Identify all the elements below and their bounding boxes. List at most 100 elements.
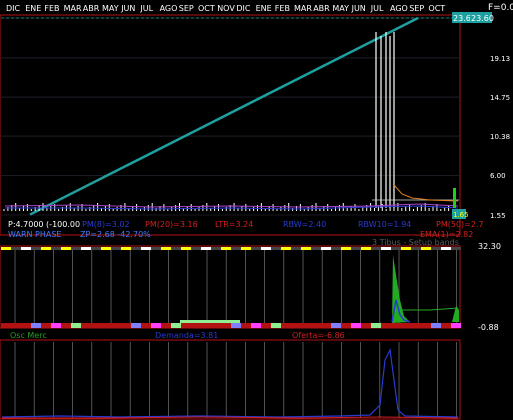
month-label: MAR xyxy=(64,4,82,13)
osc-strip-cell xyxy=(141,323,151,328)
volume-bar xyxy=(453,188,456,208)
osc-strip-cell xyxy=(331,323,341,328)
osc-strip-cell xyxy=(101,247,111,250)
osc-strip-cell xyxy=(111,323,121,328)
price-tick-label: 14.75 xyxy=(490,94,510,102)
indicator-label: PM(20)=3.16 xyxy=(145,220,198,229)
month-label: NOV xyxy=(217,4,235,13)
osc-strip-cell xyxy=(271,247,281,250)
osc-strip-cell xyxy=(451,323,461,328)
osc-strip-cell xyxy=(261,323,271,328)
osc-strip-cell xyxy=(121,323,131,328)
month-label: ABR xyxy=(83,4,100,13)
osc-strip-cell xyxy=(311,247,321,250)
bottom-panel-border xyxy=(0,339,461,420)
osc-strip-cell xyxy=(431,323,441,328)
demand-line xyxy=(1,347,459,418)
osc-strip-cell xyxy=(221,247,231,250)
indicator-label: RBW=2.40 xyxy=(283,220,326,229)
osc-strip-cell xyxy=(201,247,211,250)
osc-strip-cell xyxy=(1,323,11,328)
osc-strip-cell xyxy=(51,247,61,250)
osc-strip-cell xyxy=(371,247,381,250)
stock-chart: DIC ENE FEB MAR ABR MAY JUN JUL AGO SEP OCT NOV DIC E… xyxy=(0,3,513,420)
osc-strip-cell xyxy=(251,247,261,250)
bottom-label: Osc Merc xyxy=(10,331,47,340)
osc-strip-cell xyxy=(231,247,241,250)
month-label: JUN xyxy=(351,4,366,13)
oscillator-min: -0.88 xyxy=(478,323,499,332)
osc-strip-cell xyxy=(41,247,51,250)
price-tick-label: 1.55 xyxy=(490,212,506,220)
price-tick-label: 6.00 xyxy=(490,172,506,180)
osc-strip-cell xyxy=(291,247,301,250)
osc-strip-cell xyxy=(441,247,451,250)
last-price-right: 23.60 xyxy=(471,14,494,23)
osc-strip-cell xyxy=(321,247,331,250)
osc-strip-cell xyxy=(381,247,391,250)
osc-strip-cell xyxy=(191,247,201,250)
osc-strip-cell xyxy=(221,323,231,328)
osc-strip-cell xyxy=(21,323,31,328)
month-label: MAY xyxy=(102,4,119,13)
price-panel-border xyxy=(0,14,461,236)
osc-strip-cell xyxy=(131,247,141,250)
osc-strip-cell xyxy=(371,323,381,328)
oscillator-panel-border xyxy=(0,245,461,329)
month-label: DIC xyxy=(236,4,251,13)
osc-strip-cell xyxy=(41,323,51,328)
osc-green-line xyxy=(400,307,459,311)
osc-strip-cell xyxy=(441,323,451,328)
osc-strip-cell xyxy=(381,323,391,328)
osc-strip-cell xyxy=(421,323,431,328)
osc-strip-cell xyxy=(301,323,311,328)
oscillator-lines xyxy=(180,255,459,323)
osc-strip-cell xyxy=(91,247,101,250)
osc-strip-cell xyxy=(31,323,41,328)
osc-strip-cell xyxy=(81,323,91,328)
osc-strip-cell xyxy=(161,323,171,328)
month-label: FEB xyxy=(275,4,290,13)
osc-strip-cell xyxy=(161,247,171,250)
osc-strip-cell xyxy=(91,323,101,328)
osc-strip-cell xyxy=(171,323,181,328)
osc-strip-cell xyxy=(251,323,261,328)
osc-strip-cell xyxy=(401,323,411,328)
bottom-label: Oferta=-6.86 xyxy=(292,331,345,340)
supply-line xyxy=(2,416,459,419)
ema-line xyxy=(393,184,459,202)
osc-strip-cell xyxy=(151,247,161,250)
osc-strip-cell xyxy=(311,323,321,328)
osc-strip-cell xyxy=(81,247,91,250)
month-label: SEP xyxy=(409,4,424,13)
osc-strip-cell xyxy=(401,247,411,250)
month-label: FEB xyxy=(44,4,59,13)
oscillator-strip-bottom xyxy=(1,323,461,328)
osc-strip-cell xyxy=(141,247,151,250)
osc-strip-cell xyxy=(281,247,291,250)
osc-strip-cell xyxy=(331,247,341,250)
osc-strip-cell xyxy=(421,247,431,250)
osc-strip-cell xyxy=(411,247,421,250)
osc-strip-cell xyxy=(61,323,71,328)
month-label: OCT xyxy=(428,4,445,13)
indicator-label: PM(50)=2.7 xyxy=(436,220,484,229)
osc-strip-cell xyxy=(341,323,351,328)
osc-strip-cell xyxy=(181,323,191,328)
month-label: MAY xyxy=(332,4,349,13)
month-label: JUL xyxy=(139,4,153,13)
osc-strip-cell xyxy=(211,323,221,328)
osc-strip-cell xyxy=(241,247,251,250)
osc-strip-cell xyxy=(181,247,191,250)
indicator-label: WARN PHASE xyxy=(8,230,61,239)
oscillator-max: 32.30 xyxy=(478,242,501,251)
month-label: ENE xyxy=(25,4,41,13)
indicator-label: LTR=3.24 xyxy=(215,220,253,229)
month-label: SEP xyxy=(179,4,194,13)
osc-strip-cell xyxy=(171,247,181,250)
month-label: ABR xyxy=(313,4,330,13)
osc-strip-cell xyxy=(131,323,141,328)
osc-strip-cell xyxy=(361,247,371,250)
osc-strip-cell xyxy=(431,247,441,250)
osc-strip-cell xyxy=(271,323,281,328)
